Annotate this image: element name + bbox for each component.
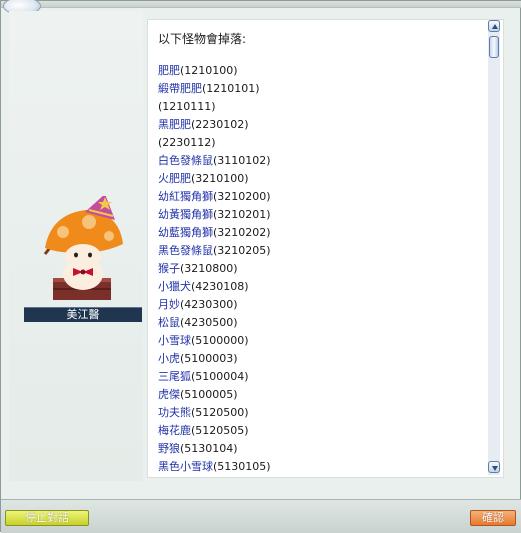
npc-portrait-panel: 美江醫	[9, 11, 143, 481]
monster-id: (4230500)	[180, 316, 238, 329]
scroll-up-button[interactable]	[488, 20, 500, 32]
monster-list-item[interactable]: 肥肥(1210100)	[158, 62, 271, 80]
monster-id: (3210800)	[180, 262, 238, 275]
monster-id: (2230102)	[191, 118, 249, 131]
monster-id: (5100003)	[180, 352, 238, 365]
monster-id: (5100000)	[191, 334, 249, 347]
monster-name: 功夫熊	[158, 406, 191, 419]
monster-list-item[interactable]: 幼紅獨角獅(3210200)	[158, 188, 271, 206]
monster-id: (3210100)	[191, 172, 249, 185]
monster-list-item[interactable]: 小獵犬(4230108)	[158, 278, 271, 296]
monster-name: 幼黃獨角獅	[158, 208, 213, 221]
arrow-down-icon	[492, 466, 498, 471]
monster-list-item[interactable]: 猴子(3210800)	[158, 260, 271, 278]
monster-id: (3210200)	[213, 190, 271, 203]
monster-id: (1210111)	[158, 100, 216, 113]
monster-list-item[interactable]: 緞帶肥肥(1210101)	[158, 80, 271, 98]
monster-name: 小虎	[158, 352, 180, 365]
scrollbar[interactable]	[488, 20, 500, 475]
monster-list-item[interactable]: 白色發條鼠(3110102)	[158, 152, 271, 170]
monster-id: (2230112)	[158, 136, 216, 149]
monster-list-item[interactable]: 幼藍獨角獅(3210202)	[158, 224, 271, 242]
monster-name: 月妙	[158, 298, 180, 311]
monster-name: 小雪球	[158, 334, 191, 347]
monster-list-item[interactable]: (2230112)	[158, 134, 271, 152]
stop-chat-button[interactable]: 停止對話	[5, 510, 89, 526]
monster-id: (3210205)	[213, 244, 271, 257]
drop-header: 以下怪物會掉落:	[158, 32, 247, 46]
dialog-content: 以下怪物會掉落: 肥肥(1210100) 緞帶肥肥(1210101) (121011…	[147, 19, 504, 478]
monster-id: (5130104)	[180, 442, 238, 455]
monster-id: (5130105)	[213, 460, 271, 473]
monster-list: 肥肥(1210100) 緞帶肥肥(1210101) (1210111) 黑肥肥(223…	[158, 62, 271, 476]
monster-list-item[interactable]: 月妙(4230300)	[158, 296, 271, 314]
monster-id: (3210202)	[213, 226, 271, 239]
monster-name: 幼紅獨角獅	[158, 190, 213, 203]
monster-name: 黑色發條鼠	[158, 244, 213, 257]
monster-name: 梅花鹿	[158, 424, 191, 437]
monster-list-item[interactable]: (1210111)	[158, 98, 271, 116]
monster-list-item[interactable]: 小虎(5100003)	[158, 350, 271, 368]
confirm-button[interactable]: 確認	[470, 510, 516, 526]
monster-name: 幼藍獨角獅	[158, 226, 213, 239]
monster-name: 白色發條鼠	[158, 154, 213, 167]
monster-list-item[interactable]: 三尾狐(5100004)	[158, 368, 271, 386]
monster-id: (3110102)	[213, 154, 271, 167]
monster-list-item[interactable]: 黑色小雪球(5130105)	[158, 458, 271, 476]
monster-id: (1210101)	[202, 82, 260, 95]
npc-name-tag: 美江醫	[24, 307, 142, 322]
scroll-thumb[interactable]	[489, 36, 499, 58]
dialog-top-edge	[1, 1, 521, 8]
monster-list-item[interactable]: 梅花鹿(5120505)	[158, 422, 271, 440]
monster-list-item[interactable]: 小雪球(5100000)	[158, 332, 271, 350]
monster-list-item[interactable]: 黑肥肥(2230102)	[158, 116, 271, 134]
monster-list-item[interactable]: 功夫熊(5120500)	[158, 404, 271, 422]
monster-name: 猴子	[158, 262, 180, 275]
monster-list-item[interactable]: 虎傑(5100005)	[158, 386, 271, 404]
monster-name: 小獵犬	[158, 280, 191, 293]
monster-name: 黑色小雪球	[158, 460, 213, 473]
monster-name: 火肥肥	[158, 172, 191, 185]
monster-id: (5120505)	[191, 424, 249, 437]
monster-name: 肥肥	[158, 64, 180, 77]
dialog-button-bar: 停止對話 確認	[1, 499, 521, 533]
monster-name: 虎傑	[158, 388, 180, 401]
monster-list-item[interactable]: 幼黃獨角獅(3210201)	[158, 206, 271, 224]
monster-name: 野狼	[158, 442, 180, 455]
monster-id: (3210201)	[213, 208, 271, 221]
monster-name: 三尾狐	[158, 370, 191, 383]
arrow-up-icon	[492, 24, 498, 29]
monster-id: (1210100)	[180, 64, 238, 77]
npc-portrait-icon	[43, 196, 123, 300]
monster-name: 松鼠	[158, 316, 180, 329]
monster-name: 黑肥肥	[158, 118, 191, 131]
monster-id: (5100005)	[180, 388, 238, 401]
monster-list-item[interactable]: 火肥肥(3210100)	[158, 170, 271, 188]
monster-id: (5100004)	[191, 370, 249, 383]
monster-list-item[interactable]: 野狼(5130104)	[158, 440, 271, 458]
npc-dialog-window: 美江醫 以下怪物會掉落: 肥肥(1210100) 緞帶肥肥(1210101) (12…	[0, 0, 521, 533]
monster-list-item[interactable]: 黑色發條鼠(3210205)	[158, 242, 271, 260]
monster-id: (5120500)	[191, 406, 249, 419]
monster-id: (4230300)	[180, 298, 238, 311]
scroll-down-button[interactable]	[488, 461, 500, 473]
monster-name: 緞帶肥肥	[158, 82, 202, 95]
monster-list-item[interactable]: 松鼠(4230500)	[158, 314, 271, 332]
monster-id: (4230108)	[191, 280, 249, 293]
